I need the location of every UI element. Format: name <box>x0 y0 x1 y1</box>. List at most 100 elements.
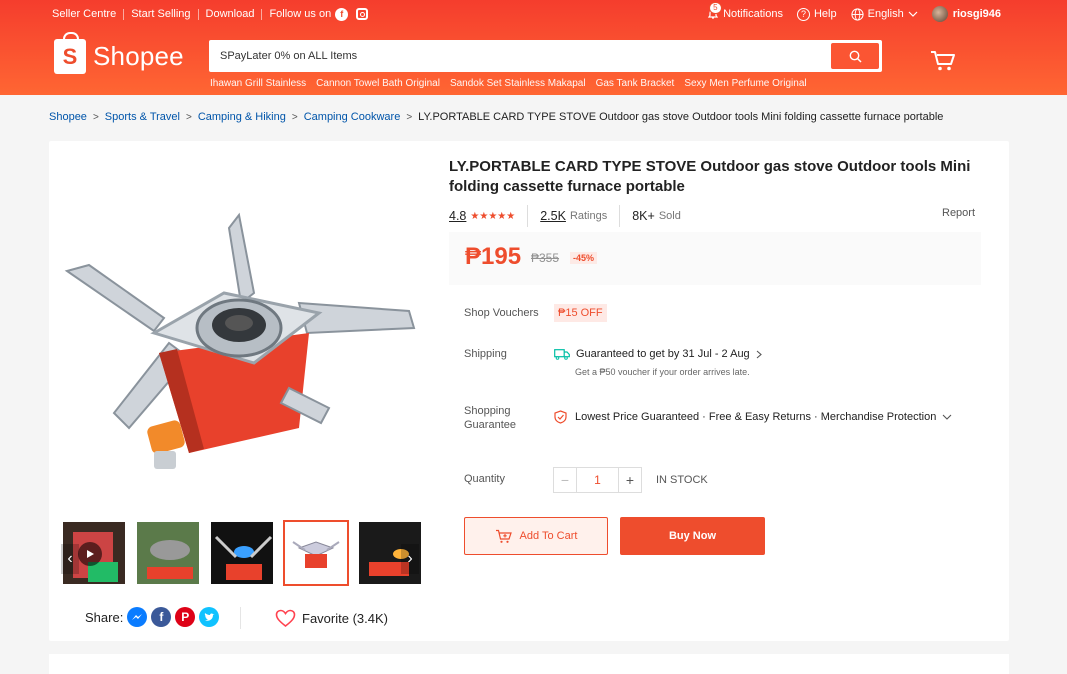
shopee-logo[interactable]: S Shopee <box>54 32 184 74</box>
shipping-subtext: Get a ₱50 voucher if your order arrives … <box>575 367 750 377</box>
messenger-icon[interactable] <box>127 607 148 627</box>
buy-now-button[interactable]: Buy Now <box>620 517 765 555</box>
product-title: LY.PORTABLE CARD TYPE STOVE Outdoor gas … <box>449 158 971 195</box>
search-hint-link[interactable]: Ihawan Grill Stainless <box>210 78 306 89</box>
notification-badge: 5 <box>709 2 722 14</box>
chevron-down-icon <box>942 414 952 420</box>
breadcrumb-link[interactable]: Camping Cookware <box>304 111 401 123</box>
chevron-right-icon <box>756 350 762 358</box>
shop-vouchers-label: Shop Vouchers <box>464 307 539 319</box>
help-label: Help <box>813 8 837 20</box>
breadcrumb-link[interactable]: Camping & Hiking <box>198 111 286 123</box>
facebook-share-icon[interactable]: f <box>151 607 172 627</box>
report-link[interactable]: Report <box>942 207 975 219</box>
top-navbar: Seller Centre Start Selling Download Fol… <box>52 2 1001 22</box>
shopee-bag-icon: S <box>54 32 86 74</box>
divider <box>123 8 125 20</box>
breadcrumb-link[interactable]: Sports & Travel <box>105 111 180 123</box>
add-cart-icon <box>495 529 512 543</box>
add-to-cart-label: Add To Cart <box>519 530 578 542</box>
notifications-label: Notifications <box>723 8 783 20</box>
stock-status: IN STOCK <box>656 474 708 486</box>
quantity-label: Quantity <box>464 473 505 485</box>
download-link[interactable]: Download <box>206 8 255 20</box>
share-row: Share: f P <box>85 607 220 627</box>
header: Seller Centre Start Selling Download Fol… <box>0 0 1067 95</box>
add-to-cart-button[interactable]: Add To Cart <box>464 517 608 555</box>
chevron-left-icon: ‹ <box>67 550 73 567</box>
follow-us-label: Follow us on <box>269 8 332 20</box>
avatar <box>931 6 948 22</box>
original-price: ₱355 <box>531 251 560 265</box>
help-button[interactable]: ? Help <box>796 7 837 21</box>
username: riosgi946 <box>952 8 1001 20</box>
search-hint-link[interactable]: Gas Tank Bracket <box>596 78 675 89</box>
thumbnail-next-button[interactable]: › <box>401 544 419 574</box>
cart-button[interactable] <box>930 50 956 77</box>
search-button[interactable] <box>831 43 879 69</box>
seller-centre-link[interactable]: Seller Centre <box>52 8 116 20</box>
search-bar <box>209 40 882 72</box>
shipping-label: Shipping <box>464 348 507 360</box>
increase-quantity-button[interactable]: + <box>618 467 642 493</box>
twitter-icon[interactable] <box>199 607 220 627</box>
divider <box>197 8 199 20</box>
divider <box>527 205 529 227</box>
play-icon <box>78 542 102 566</box>
rating-value[interactable]: 4.8 <box>449 209 466 223</box>
chevron-right-icon: > <box>406 111 413 123</box>
quantity-stepper: − 1 + IN STOCK <box>553 467 708 493</box>
current-price: ₱195 <box>465 243 522 270</box>
search-hint-link[interactable]: Sandok Set Stainless Makapal <box>450 78 586 89</box>
thumbnail-prev-button[interactable]: ‹ <box>61 544 79 574</box>
search-hint-link[interactable]: Cannon Towel Bath Original <box>316 78 440 89</box>
notifications-button[interactable]: 5 Notifications <box>707 2 783 20</box>
breadcrumb-link[interactable]: Shopee <box>49 111 87 123</box>
account-menu[interactable]: riosgi946 <box>931 6 1001 22</box>
guarantee-text: Lowest Price Guaranteed · Free & Easy Re… <box>575 411 937 423</box>
share-label: Share: <box>85 609 124 625</box>
thumbnail-selected[interactable] <box>283 520 349 586</box>
product-card: ‹ › Share: f P Favorite (3.4K) LY.PORTAB… <box>49 141 1009 641</box>
voucher-chip[interactable]: ₱15 OFF <box>554 304 607 322</box>
logo-text: Shopee <box>93 41 184 71</box>
thumbnail[interactable] <box>135 520 201 586</box>
divider <box>240 607 241 629</box>
search-input[interactable] <box>212 50 831 62</box>
guarantee-label-line2: Guarantee <box>464 419 516 431</box>
decrease-quantity-button[interactable]: − <box>553 467 577 493</box>
instagram-icon[interactable] <box>356 8 369 20</box>
shipping-text: Guaranteed to get by 31 Jul - 2 Aug <box>576 348 750 360</box>
shipping-info[interactable]: Guaranteed to get by 31 Jul - 2 Aug <box>554 348 762 360</box>
facebook-icon[interactable]: f <box>335 7 349 21</box>
shopping-guarantee-label: Shopping Guarantee <box>464 404 516 432</box>
breadcrumb: Shopee > Sports & Travel > Camping & Hikin… <box>49 111 943 123</box>
price-section: ₱195 ₱355 -45% <box>449 232 981 285</box>
quantity-input[interactable]: 1 <box>577 467 618 493</box>
chevron-right-icon: > <box>291 111 298 123</box>
search-hint-link[interactable]: Sexy Men Perfume Original <box>684 78 806 89</box>
help-icon: ? <box>796 7 810 21</box>
truck-icon <box>554 348 570 360</box>
start-selling-link[interactable]: Start Selling <box>131 8 190 20</box>
ratings-count[interactable]: 2.5K <box>540 209 566 223</box>
product-stats: 4.8 ★★★★★ 2.5K Ratings 8K+ Sold <box>449 205 681 227</box>
product-main-image[interactable] <box>59 153 429 513</box>
next-section <box>49 654 1009 674</box>
breadcrumb-current: LY.PORTABLE CARD TYPE STOVE Outdoor gas … <box>418 111 944 123</box>
pinterest-icon[interactable]: P <box>175 607 196 627</box>
chevron-right-icon: > <box>185 111 192 123</box>
discount-badge: -45% <box>570 252 598 264</box>
language-selector[interactable]: English <box>851 7 918 21</box>
divider <box>261 8 263 20</box>
search-icon <box>849 50 862 63</box>
language-label: English <box>867 8 904 20</box>
favorite-button[interactable]: Favorite (3.4K) <box>275 609 388 628</box>
divider <box>619 205 621 227</box>
chevron-right-icon: > <box>92 111 99 123</box>
thumbnail-strip <box>61 520 423 586</box>
star-rating-icon: ★★★★★ <box>470 210 516 222</box>
thumbnail[interactable] <box>209 520 275 586</box>
shopping-guarantee[interactable]: Lowest Price Guaranteed · Free & Easy Re… <box>554 410 952 424</box>
search-hints: Ihawan Grill Stainless Cannon Towel Bath… <box>210 78 807 89</box>
